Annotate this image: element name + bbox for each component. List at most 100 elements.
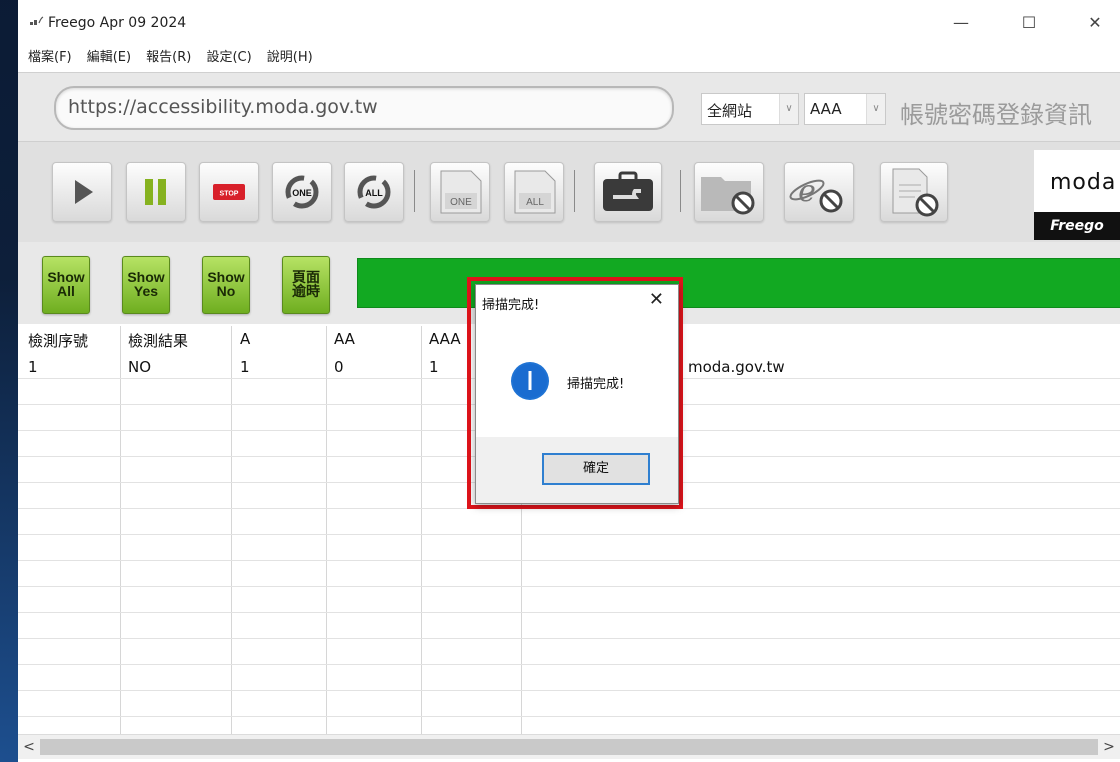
cell-result[interactable]: NO — [128, 358, 151, 376]
cell-aa[interactable]: 0 — [334, 358, 344, 376]
cell-url[interactable]: moda.gov.tw — [688, 358, 785, 376]
no-ie-button[interactable]: e — [784, 162, 854, 222]
row-divider — [18, 690, 1120, 691]
level-select-value: AAA — [810, 100, 842, 118]
dialog-title: 掃描完成! — [482, 298, 540, 313]
pause-button[interactable] — [126, 162, 186, 222]
close-icon: ✕ — [1088, 13, 1102, 32]
stop-button[interactable]: STOP — [199, 162, 259, 222]
stop-icon: STOP — [213, 184, 245, 200]
svg-text:e: e — [798, 174, 816, 209]
scan-complete-dialog: 掃描完成! ✕ 掃描完成! 確定 — [475, 284, 679, 504]
show-all-label: Show All — [47, 269, 85, 299]
scroll-right-icon[interactable]: > — [1100, 737, 1118, 757]
stop-icon-text: STOP — [220, 191, 239, 198]
column-divider — [326, 326, 327, 734]
row-divider — [18, 612, 1120, 613]
header-result[interactable]: 檢測結果 — [128, 330, 188, 351]
column-divider — [120, 326, 121, 734]
pause-icon — [145, 179, 166, 205]
chevron-down-icon: ∨ — [779, 94, 798, 124]
column-divider — [421, 326, 422, 734]
info-icon — [511, 362, 549, 400]
maximize-icon: ☐ — [1021, 13, 1037, 32]
play-icon — [75, 180, 93, 204]
document-one-icon: ONE — [440, 170, 482, 214]
row-divider — [18, 638, 1120, 639]
refresh-one-button[interactable]: ONE — [272, 162, 332, 222]
scope-select[interactable]: 全網站 ∨ — [701, 93, 799, 125]
close-window-button[interactable]: ✕ — [1072, 8, 1118, 38]
horizontal-scrollbar[interactable]: < > — [18, 734, 1120, 759]
browser-blocked-icon: e — [789, 174, 843, 213]
url-input[interactable]: https://accessibility.moda.gov.tw — [54, 86, 674, 130]
app-icon — [30, 16, 44, 25]
row-divider — [18, 534, 1120, 535]
level-select[interactable]: AAA ∨ — [804, 93, 886, 125]
file-one-label: ONE — [450, 197, 472, 208]
minimize-button[interactable]: — — [938, 8, 984, 38]
header-seq[interactable]: 檢測序號 — [28, 330, 88, 351]
document-all-icon: ALL — [514, 170, 556, 214]
refresh-one-icon: ONE — [285, 175, 319, 209]
file-one-button[interactable]: ONE — [430, 162, 490, 222]
toolbar-separator — [574, 170, 575, 212]
dialog-close-icon[interactable]: ✕ — [649, 289, 664, 310]
cell-aaa[interactable]: 1 — [429, 358, 439, 376]
file-all-label: ALL — [526, 197, 544, 208]
refresh-all-button[interactable]: ALL — [344, 162, 404, 222]
header-aaa[interactable]: AAA — [429, 330, 461, 348]
header-a[interactable]: A — [240, 330, 250, 348]
refresh-one-label: ONE — [292, 188, 312, 198]
page-timeout-button[interactable]: 頁面 逾時 — [282, 256, 330, 314]
show-all-button[interactable]: Show All — [42, 256, 90, 314]
maximize-button[interactable]: ☐ — [1006, 8, 1052, 38]
show-no-button[interactable]: Show No — [202, 256, 250, 314]
header-aa[interactable]: AA — [334, 330, 355, 348]
refresh-all-icon: ALL — [357, 175, 391, 209]
toolbar-separator — [414, 170, 415, 212]
cell-a[interactable]: 1 — [240, 358, 250, 376]
show-yes-label: Show Yes — [127, 269, 165, 299]
row-divider — [18, 560, 1120, 561]
logo-brand: Freego — [1034, 212, 1120, 240]
no-doc-button[interactable] — [880, 162, 948, 222]
page-timeout-label: 頁面 逾時 — [292, 269, 320, 299]
scrollbar-thumb[interactable] — [40, 739, 1098, 755]
menu-bar: 檔案(F) 編輯(E) 報告(R) 設定(C) 說明(H) — [18, 46, 1120, 70]
moda-logo: moda Freego — [1034, 150, 1120, 240]
logo-text: moda — [1050, 170, 1117, 195]
menu-edit[interactable]: 編輯(E) — [87, 46, 131, 70]
cell-seq[interactable]: 1 — [28, 358, 38, 376]
row-divider — [18, 716, 1120, 717]
no-folder-button[interactable] — [694, 162, 764, 222]
document-blocked-icon — [892, 168, 939, 217]
folder-blocked-icon — [701, 177, 755, 215]
address-area: https://accessibility.moda.gov.tw 全網站 ∨ … — [18, 72, 1120, 141]
menu-report[interactable]: 報告(R) — [146, 46, 191, 70]
toolbox-button[interactable] — [594, 162, 662, 222]
show-no-label: Show No — [207, 269, 245, 299]
url-text: https://accessibility.moda.gov.tw — [68, 96, 378, 118]
play-button[interactable] — [52, 162, 112, 222]
toolbar-separator — [680, 170, 681, 212]
scroll-left-icon[interactable]: < — [20, 737, 38, 757]
file-all-button[interactable]: ALL — [504, 162, 564, 222]
menu-help[interactable]: 說明(H) — [267, 46, 313, 70]
scope-select-value: 全網站 — [707, 102, 753, 120]
menu-settings[interactable]: 設定(C) — [206, 46, 251, 70]
toolbar: STOP ONE ALL ONE ALL e moda Freego — [18, 141, 1120, 242]
window-title: Freego Apr 09 2024 — [48, 15, 187, 31]
dialog-message: 掃描完成! — [567, 377, 625, 392]
title-bar: Freego Apr 09 2024 — ☐ ✕ — [18, 0, 1120, 44]
menu-file[interactable]: 檔案(F) — [28, 46, 72, 70]
minimize-icon: — — [953, 13, 969, 32]
row-divider — [18, 664, 1120, 665]
ok-button[interactable]: 確定 — [542, 453, 650, 485]
login-info-label[interactable]: 帳號密碼登錄資訊 — [900, 95, 1092, 130]
row-divider — [18, 586, 1120, 587]
refresh-all-label: ALL — [365, 188, 383, 198]
show-yes-button[interactable]: Show Yes — [122, 256, 170, 314]
dialog-footer: 確定 — [476, 437, 678, 503]
dialog-body: 掃描完成! — [476, 319, 678, 437]
